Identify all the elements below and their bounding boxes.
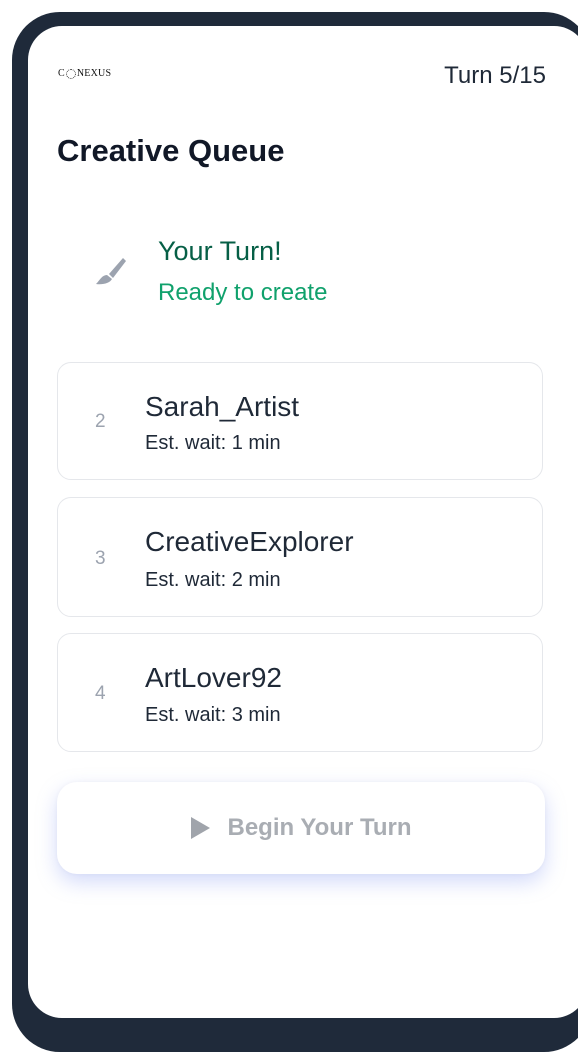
queue-item[interactable]: 3 CreativeExplorer Est. wait: 2 min <box>57 497 543 617</box>
queue-position: 2 <box>95 411 106 432</box>
queue-username: CreativeExplorer <box>145 526 354 557</box>
queue-wait-time: Est. wait: 2 min <box>145 569 281 591</box>
your-turn-subtitle: Ready to create <box>158 279 328 306</box>
queue-position: 4 <box>95 683 106 704</box>
current-turn-panel: Your Turn! Ready to create <box>57 218 547 328</box>
logo-text-pre: C <box>58 68 65 79</box>
queue-item[interactable]: 4 ArtLover92 Est. wait: 3 min <box>57 633 543 752</box>
queue-wait-time: Est. wait: 3 min <box>145 704 281 726</box>
gear-icon <box>65 68 76 79</box>
turn-counter: Turn 5/15 <box>444 62 546 89</box>
logo-text-post: NEXUS <box>76 68 112 79</box>
paintbrush-icon <box>96 258 126 285</box>
begin-turn-label: Begin Your Turn <box>227 814 412 841</box>
page-title: Creative Queue <box>57 133 285 168</box>
queue-item[interactable]: 2 Sarah_Artist Est. wait: 1 min <box>57 362 543 480</box>
queue-wait-time: Est. wait: 1 min <box>145 432 281 454</box>
device-notch <box>262 38 384 52</box>
queue-username: ArtLover92 <box>145 662 282 693</box>
play-icon <box>190 817 210 839</box>
conexus-logo: C NEXUS <box>58 68 111 79</box>
queue-position: 3 <box>95 548 106 569</box>
begin-turn-button[interactable]: Begin Your Turn <box>57 782 545 874</box>
queue-username: Sarah_Artist <box>145 391 300 422</box>
your-turn-title: Your Turn! <box>158 236 282 266</box>
